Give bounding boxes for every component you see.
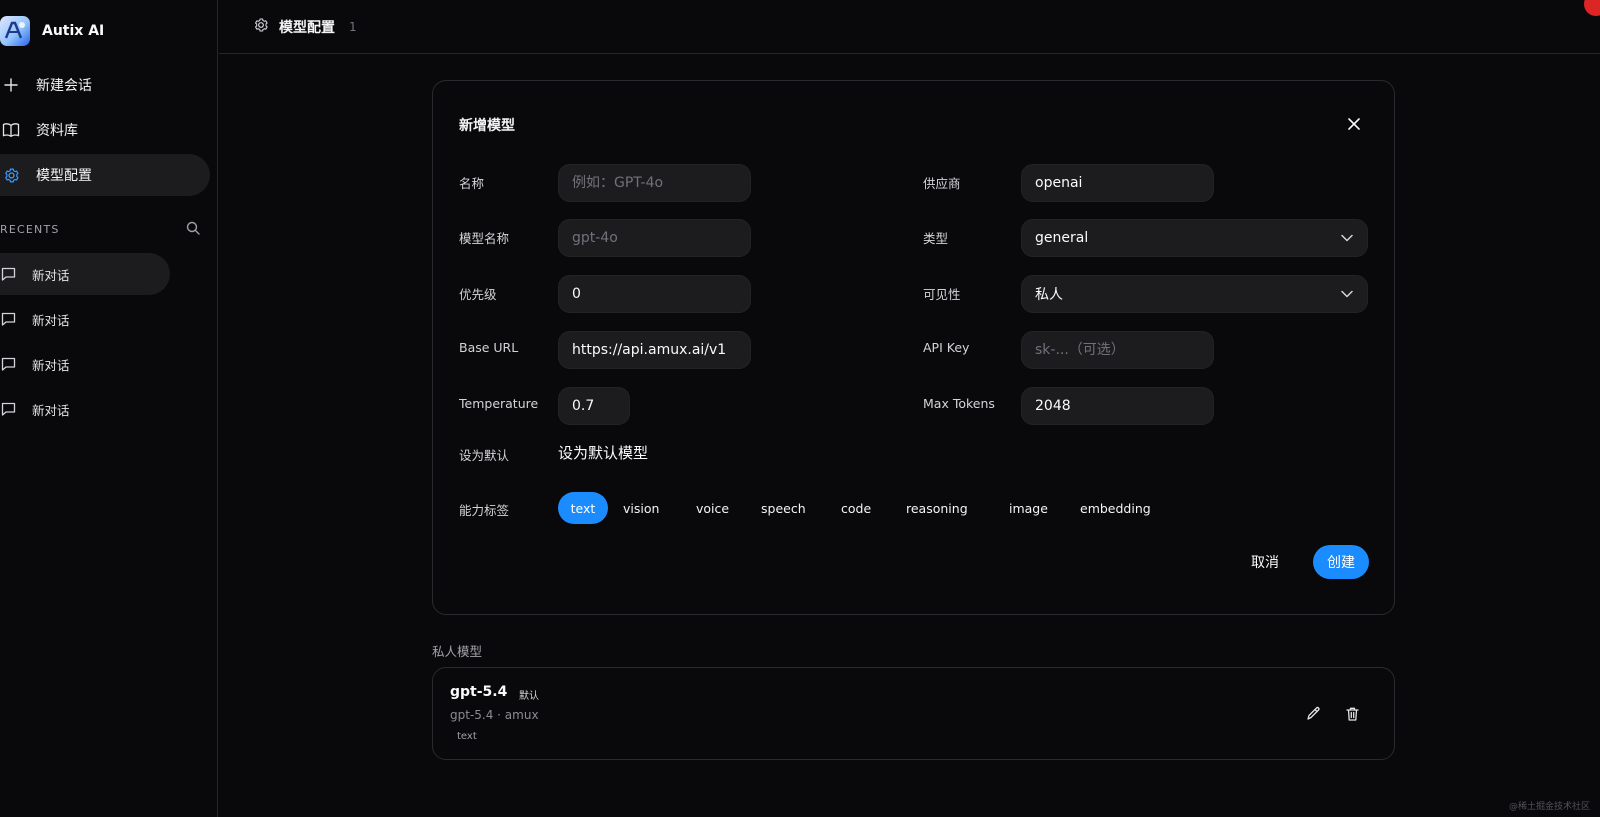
base-url-label: Base URL: [459, 340, 519, 355]
model-name: gpt-5.4: [450, 684, 508, 700]
page-title: 模型配置: [279, 19, 335, 36]
capability-chip-voice[interactable]: voice: [686, 492, 739, 524]
pencil-icon[interactable]: [1303, 704, 1323, 724]
nav-label: 新建会话: [36, 78, 92, 94]
max-tokens-input[interactable]: [1021, 387, 1214, 425]
capability-chip-code[interactable]: code: [831, 492, 881, 524]
create-button[interactable]: 创建: [1313, 545, 1369, 579]
set-default-label: 设为默认: [459, 448, 510, 463]
provider-label: 供应商: [923, 176, 961, 191]
nav-model-config[interactable]: 模型配置: [0, 154, 210, 196]
api-key-input[interactable]: [1021, 331, 1214, 369]
set-default-toggle[interactable]: 设为默认模型: [558, 442, 648, 463]
chat-bubble-icon: [0, 311, 16, 327]
capability-chip-reasoning[interactable]: reasoning: [896, 492, 978, 524]
sidebar: Autix AI 新建会话 资料库 模型配置 RECENTS 新对话 新对话 新…: [0, 0, 218, 817]
recents-label: RECENTS: [0, 222, 60, 236]
gear-icon: [253, 17, 269, 37]
chevron-down-icon: [1341, 286, 1353, 302]
chevron-down-icon: [1341, 230, 1353, 246]
type-value: general: [1035, 230, 1089, 246]
base-url-input[interactable]: [558, 331, 751, 369]
recent-chat-title: 新对话: [32, 312, 70, 328]
top-bar: 模型配置 1: [219, 0, 1600, 54]
model-capability-tag: text: [457, 731, 477, 742]
chat-bubble-icon: [0, 356, 16, 372]
chat-bubble-icon: [0, 401, 16, 417]
model-card: gpt-5.4 默认 gpt-5.4 · amux text: [432, 667, 1395, 760]
nav-label: 模型配置: [36, 168, 92, 184]
recent-chat-title: 新对话: [32, 357, 70, 373]
max-tokens-label: Max Tokens: [923, 396, 995, 411]
recent-chat-item[interactable]: 新对话: [0, 388, 170, 430]
name-input[interactable]: [558, 164, 751, 202]
type-select[interactable]: general: [1021, 219, 1368, 257]
visibility-select[interactable]: 私人: [1021, 275, 1368, 313]
model-subtitle: gpt-5.4 · amux: [450, 708, 539, 722]
search-icon[interactable]: [186, 221, 200, 238]
nav-label: 资料库: [36, 123, 78, 139]
recent-chat-title: 新对话: [32, 267, 70, 283]
capability-chip-text[interactable]: text: [558, 492, 608, 524]
api-key-label: API Key: [923, 340, 970, 355]
capability-chip-image[interactable]: image: [999, 492, 1058, 524]
temperature-input[interactable]: [558, 387, 630, 425]
add-model-dialog: 新增模型 名称 供应商 模型名称 类型 general 优先级 可见性 私人 B…: [432, 80, 1395, 615]
capability-chip-vision[interactable]: vision: [613, 492, 669, 524]
gear-icon: [0, 164, 22, 186]
model-name-input[interactable]: [558, 219, 751, 257]
capabilities-label: 能力标签: [459, 503, 510, 518]
trash-icon[interactable]: [1342, 704, 1362, 724]
dialog-title: 新增模型: [459, 118, 515, 134]
app-logo: [0, 16, 30, 46]
model-name-label: 模型名称: [459, 231, 510, 246]
capability-chip-speech[interactable]: speech: [751, 492, 816, 524]
recent-chat-item[interactable]: 新对话: [0, 343, 170, 385]
temperature-label: Temperature: [459, 396, 539, 411]
private-models-heading: 私人模型: [432, 644, 483, 659]
model-count: 1: [349, 19, 357, 34]
recent-chat-item[interactable]: 新对话: [0, 298, 170, 340]
book-icon: [0, 119, 22, 141]
nav-library[interactable]: 资料库: [0, 109, 210, 151]
recent-chat-title: 新对话: [32, 402, 70, 418]
notification-badge[interactable]: [1584, 0, 1600, 16]
capability-chip-embedding[interactable]: embedding: [1070, 492, 1161, 524]
close-icon[interactable]: [1344, 114, 1364, 134]
visibility-value: 私人: [1035, 287, 1063, 303]
recents-header: RECENTS: [0, 218, 200, 240]
visibility-label: 可见性: [923, 287, 961, 302]
brand[interactable]: Autix AI: [0, 14, 104, 48]
name-label: 名称: [459, 176, 485, 191]
chat-bubble-icon: [0, 266, 16, 282]
priority-input[interactable]: [558, 275, 751, 313]
app-name: Autix AI: [42, 23, 105, 39]
cancel-button[interactable]: 取消: [1241, 545, 1289, 579]
provider-input[interactable]: [1021, 164, 1214, 202]
priority-label: 优先级: [459, 287, 497, 302]
recent-chat-item[interactable]: 新对话: [0, 253, 170, 295]
nav-new-chat[interactable]: 新建会话: [0, 64, 210, 106]
default-badge: 默认: [519, 691, 539, 702]
watermark: @稀土掘金技术社区: [1508, 802, 1590, 812]
type-label: 类型: [923, 231, 949, 246]
plus-icon: [0, 74, 22, 96]
